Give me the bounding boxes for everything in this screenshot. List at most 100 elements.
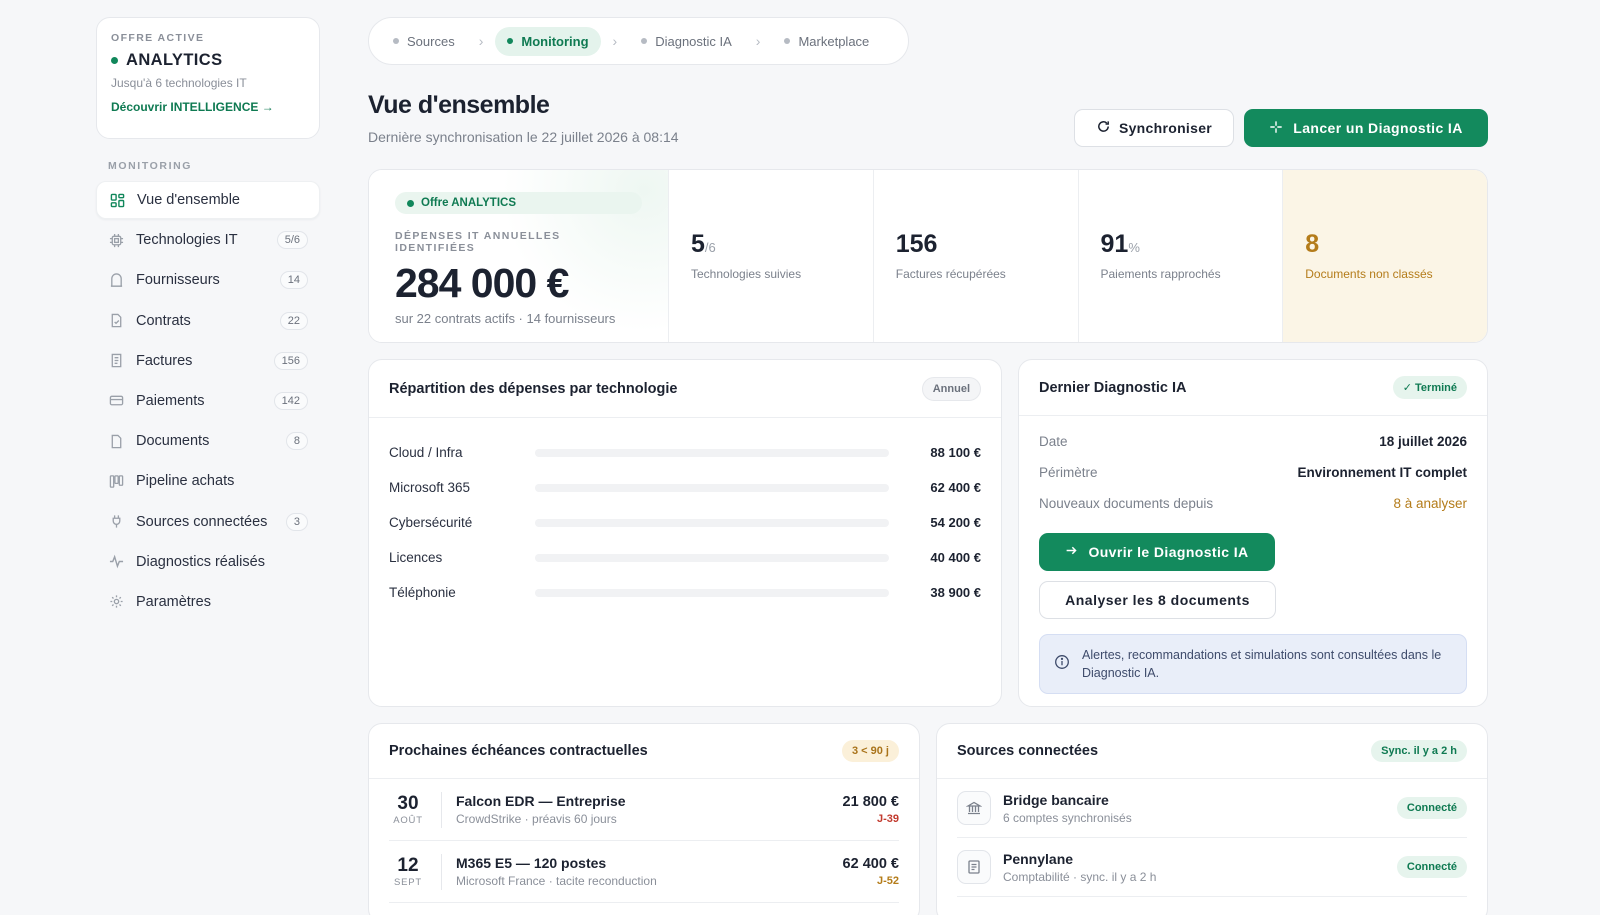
breakdown-bar bbox=[535, 588, 889, 597]
connection-status-badge: Connecté bbox=[1396, 856, 1467, 878]
offer-kicker: OFFRE ACTIVE bbox=[111, 32, 205, 44]
kpi-spend-card: Offre ANALYTICS DÉPENSES IT ANNUELLES ID… bbox=[369, 170, 669, 342]
discover-intelligence-link[interactable]: Découvrir INTELLIGENCE → bbox=[111, 100, 305, 114]
analyze-documents-button[interactable]: Analyser les 8 documents bbox=[1039, 581, 1276, 619]
sync-button[interactable]: Synchroniser bbox=[1074, 109, 1234, 147]
step-dot bbox=[507, 38, 514, 44]
kpi-strip: Offre ANALYTICS DÉPENSES IT ANNUELLES ID… bbox=[368, 169, 1488, 343]
deadline-info: Falcon EDR — Entreprise CrowdStrike · pr… bbox=[456, 793, 843, 826]
step-dot bbox=[784, 38, 791, 44]
sidebar-item-label: Paramètres bbox=[136, 593, 211, 610]
plug-icon bbox=[108, 514, 124, 530]
check-icon: ✓ bbox=[1402, 382, 1412, 394]
connection-status-badge: Connecté bbox=[1396, 797, 1467, 819]
breakdown-bar-fill bbox=[535, 553, 585, 562]
source-row[interactable]: Pennylane Comptabilité · sync. il y a 2 … bbox=[957, 838, 1467, 897]
source-subtitle: Comptabilité · sync. il y a 2 h bbox=[1003, 869, 1157, 884]
sidebar-item-technologies[interactable]: Technologies IT 5/6 bbox=[96, 221, 320, 259]
kpi-unclassified-documents[interactable]: 8 Documents non classés bbox=[1283, 170, 1487, 342]
period-chip[interactable]: Annuel bbox=[921, 376, 981, 401]
info-callout: Alertes, recommandations et simulations … bbox=[1039, 634, 1467, 694]
sidebar-item-pipeline[interactable]: Pipeline achats bbox=[96, 462, 320, 500]
deadline-subtitle: Microsoft France · tacite reconduction bbox=[456, 874, 657, 888]
card-header: Prochaines échéances contractuelles 3 < … bbox=[369, 724, 919, 779]
sidebar-item-suppliers[interactable]: Fournisseurs 14 bbox=[96, 261, 320, 299]
kpi-label: Paiements rapprochés bbox=[1100, 267, 1221, 281]
status-dot bbox=[111, 57, 118, 64]
source-row[interactable]: Bridge bancaire 6 comptes synchronisés C… bbox=[957, 779, 1467, 838]
file-icon bbox=[108, 433, 124, 449]
kpi-label: Factures récupérées bbox=[895, 267, 1006, 281]
step-diagnostic[interactable]: Diagnostic IA bbox=[629, 27, 744, 56]
count-badge: 142 bbox=[273, 391, 308, 410]
sidebar-item-contracts[interactable]: Contrats 22 bbox=[96, 302, 320, 340]
breakdown-label: Licences bbox=[389, 550, 443, 565]
kpi-kicker: DÉPENSES IT ANNUELLES IDENTIFIÉES bbox=[395, 230, 561, 254]
status-badge: ✓ Terminé bbox=[1392, 376, 1467, 399]
chevron-right-icon: › bbox=[755, 33, 761, 49]
grid-icon bbox=[109, 192, 125, 208]
sidebar-item-label: Paiements bbox=[136, 392, 205, 409]
contract-icon bbox=[108, 313, 124, 329]
count-badge: 8 bbox=[285, 432, 308, 451]
sidebar-item-diagnostics[interactable]: Diagnostics réalisés bbox=[96, 543, 320, 581]
deadline-count-chip: 3 < 90 j bbox=[841, 740, 899, 762]
kpi-payments[interactable]: 91% Paiements rapprochés bbox=[1079, 170, 1284, 342]
kpi-label: Documents non classés bbox=[1305, 267, 1433, 281]
kpi-invoices[interactable]: 156 Factures récupérées bbox=[874, 170, 1079, 342]
sidebar-item-sources[interactable]: Sources connectées 3 bbox=[96, 503, 320, 541]
sidebar-item-settings[interactable]: Paramètres bbox=[96, 583, 320, 621]
card-header: Sources connectées Sync. il y a 2 h bbox=[937, 724, 1487, 779]
sidebar-item-invoices[interactable]: Factures 156 bbox=[96, 342, 320, 380]
divider bbox=[441, 853, 442, 890]
open-diagnostic-button[interactable]: Ouvrir le Diagnostic IA bbox=[1039, 533, 1275, 571]
breakdown-value: 38 900 € bbox=[930, 585, 981, 600]
step-label: Sources bbox=[407, 33, 455, 49]
chip-icon bbox=[108, 232, 124, 248]
breakdown-label: Microsoft 365 bbox=[389, 480, 471, 495]
card-title: Répartition des dépenses par technologie bbox=[389, 380, 678, 397]
step-sources[interactable]: Sources bbox=[381, 27, 467, 56]
breakdown-bar bbox=[535, 518, 889, 527]
sidebar-item-label: Diagnostics réalisés bbox=[136, 553, 265, 570]
sidebar-nav: Vue d'ensemble Technologies IT 5/6 Fourn… bbox=[96, 181, 320, 623]
sidebar-item-overview[interactable]: Vue d'ensemble bbox=[96, 181, 320, 219]
kpi-technologies[interactable]: 5/6 Technologies suivies bbox=[669, 170, 874, 342]
sidebar-item-label: Pipeline achats bbox=[136, 473, 235, 490]
breakdown-bar bbox=[535, 483, 889, 492]
count-badge: 156 bbox=[273, 351, 308, 370]
open-diagnostic-label: Ouvrir le Diagnostic IA bbox=[1088, 544, 1249, 560]
breakdown-row: Cybersécurité 54 200 € bbox=[369, 505, 1001, 540]
step-monitoring[interactable]: Monitoring bbox=[495, 26, 601, 56]
breakdown-value: 62 400 € bbox=[930, 480, 981, 495]
step-label: Diagnostic IA bbox=[655, 33, 732, 49]
source-info: Pennylane Comptabilité · sync. il y a 2 … bbox=[1003, 851, 1397, 884]
offer-pill-label: Offre ANALYTICS bbox=[421, 197, 516, 209]
breakdown-label: Cybersécurité bbox=[389, 515, 473, 530]
kpi-value: 5 bbox=[691, 230, 705, 258]
step-marketplace[interactable]: Marketplace bbox=[772, 27, 881, 56]
field-key: Date bbox=[1039, 434, 1068, 449]
step-label: Monitoring bbox=[521, 33, 589, 49]
sidebar-item-label: Technologies IT bbox=[136, 232, 238, 249]
deadline-row[interactable]: 30 AOÛT Falcon EDR — Entreprise CrowdStr… bbox=[389, 779, 899, 841]
breakdown-bar bbox=[535, 553, 889, 562]
field-value: 8 à analyser bbox=[1393, 496, 1467, 511]
page-title: Vue d'ensemble bbox=[368, 91, 550, 119]
launch-diagnostic-label: Lancer un Diagnostic IA bbox=[1293, 120, 1463, 136]
sidebar-item-label: Factures bbox=[136, 352, 193, 369]
chevron-right-icon: › bbox=[612, 33, 618, 49]
kpi-unit: % bbox=[1128, 240, 1140, 255]
field-row: Date 18 juillet 2026 bbox=[1019, 426, 1487, 457]
card-title: Sources connectées bbox=[957, 743, 1099, 759]
field-key: Nouveaux documents depuis bbox=[1039, 496, 1214, 511]
field-row: Nouveaux documents depuis 8 à analyser bbox=[1019, 488, 1487, 519]
sidebar-item-payments[interactable]: Paiements 142 bbox=[96, 382, 320, 420]
sidebar-item-label: Documents bbox=[136, 433, 210, 450]
deadline-row[interactable]: 12 SEPT M365 E5 — 120 postes Microsoft F… bbox=[389, 841, 899, 903]
launch-diagnostic-button[interactable]: Lancer un Diagnostic IA bbox=[1244, 109, 1488, 147]
sidebar-item-documents[interactable]: Documents 8 bbox=[96, 422, 320, 460]
chevron-right-icon: › bbox=[478, 33, 484, 49]
sidebar-item-label: Fournisseurs bbox=[136, 272, 220, 289]
kpi-footnote: sur 22 contrats actifs · 14 fournisseurs bbox=[395, 311, 616, 326]
